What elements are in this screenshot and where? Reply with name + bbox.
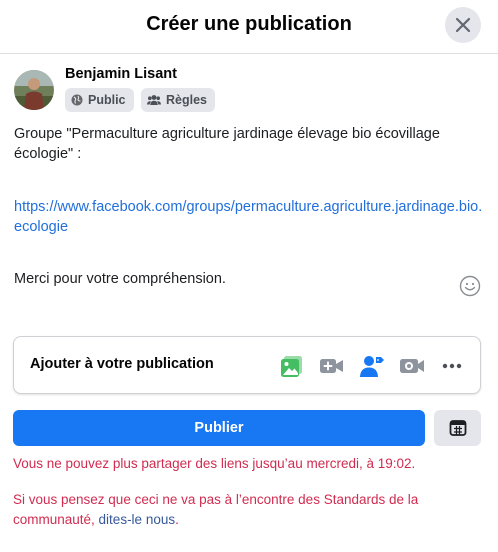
tag-people-button[interactable] (359, 353, 385, 379)
post-link[interactable]: https://www.facebook.com/groups/permacul… (14, 197, 484, 237)
live-video-button[interactable] (399, 353, 425, 379)
dialog-header: Créer une publication (0, 0, 498, 54)
rules-label: Règles (166, 93, 207, 107)
publish-button[interactable]: Publier (13, 410, 425, 446)
calendar-icon (449, 420, 466, 436)
emoji-button[interactable] (459, 275, 481, 297)
add-to-post-label: Ajouter à votre publication (30, 356, 214, 372)
dialog-title: Créer une publication (146, 13, 352, 35)
schedule-button[interactable] (434, 410, 481, 446)
audience-label: Public (88, 93, 126, 107)
post-text-line[interactable]: Groupe "Permaculture agriculture jardina… (14, 124, 484, 164)
close-button[interactable] (445, 7, 481, 43)
more-options-button[interactable] (439, 353, 465, 379)
avatar[interactable] (14, 70, 54, 110)
photo-video-button[interactable] (279, 353, 305, 379)
appeal-text: Si vous pensez que ceci ne va pas à l’en… (13, 492, 419, 527)
tag-people-icon (360, 356, 384, 377)
globe-icon (71, 94, 83, 106)
rules-button[interactable]: Règles (141, 88, 215, 112)
audience-selector[interactable]: Public (65, 88, 134, 112)
close-icon (455, 17, 471, 33)
report-link[interactable]: dites-le nous (99, 512, 176, 527)
appeal-message: Si vous pensez que ceci ne va pas à l’en… (13, 490, 483, 530)
live-video-icon (400, 359, 424, 373)
group-icon (147, 95, 161, 105)
gif-video-button[interactable] (319, 353, 345, 379)
create-post-dialog: Créer une publication Benjamin Lisant Pu… (0, 0, 498, 552)
author-name[interactable]: Benjamin Lisant (65, 66, 177, 82)
appeal-suffix: . (175, 512, 179, 527)
more-icon (442, 363, 462, 369)
link-sharing-restriction-message: Vous ne pouvez plus partager des liens j… (13, 456, 416, 471)
post-text-line[interactable]: Merci pour votre compréhension. (14, 269, 226, 289)
smiley-icon (459, 275, 481, 297)
add-to-post-panel: Ajouter à votre publication (13, 336, 481, 394)
photo-video-icon (281, 356, 302, 377)
gif-video-icon (320, 359, 343, 373)
